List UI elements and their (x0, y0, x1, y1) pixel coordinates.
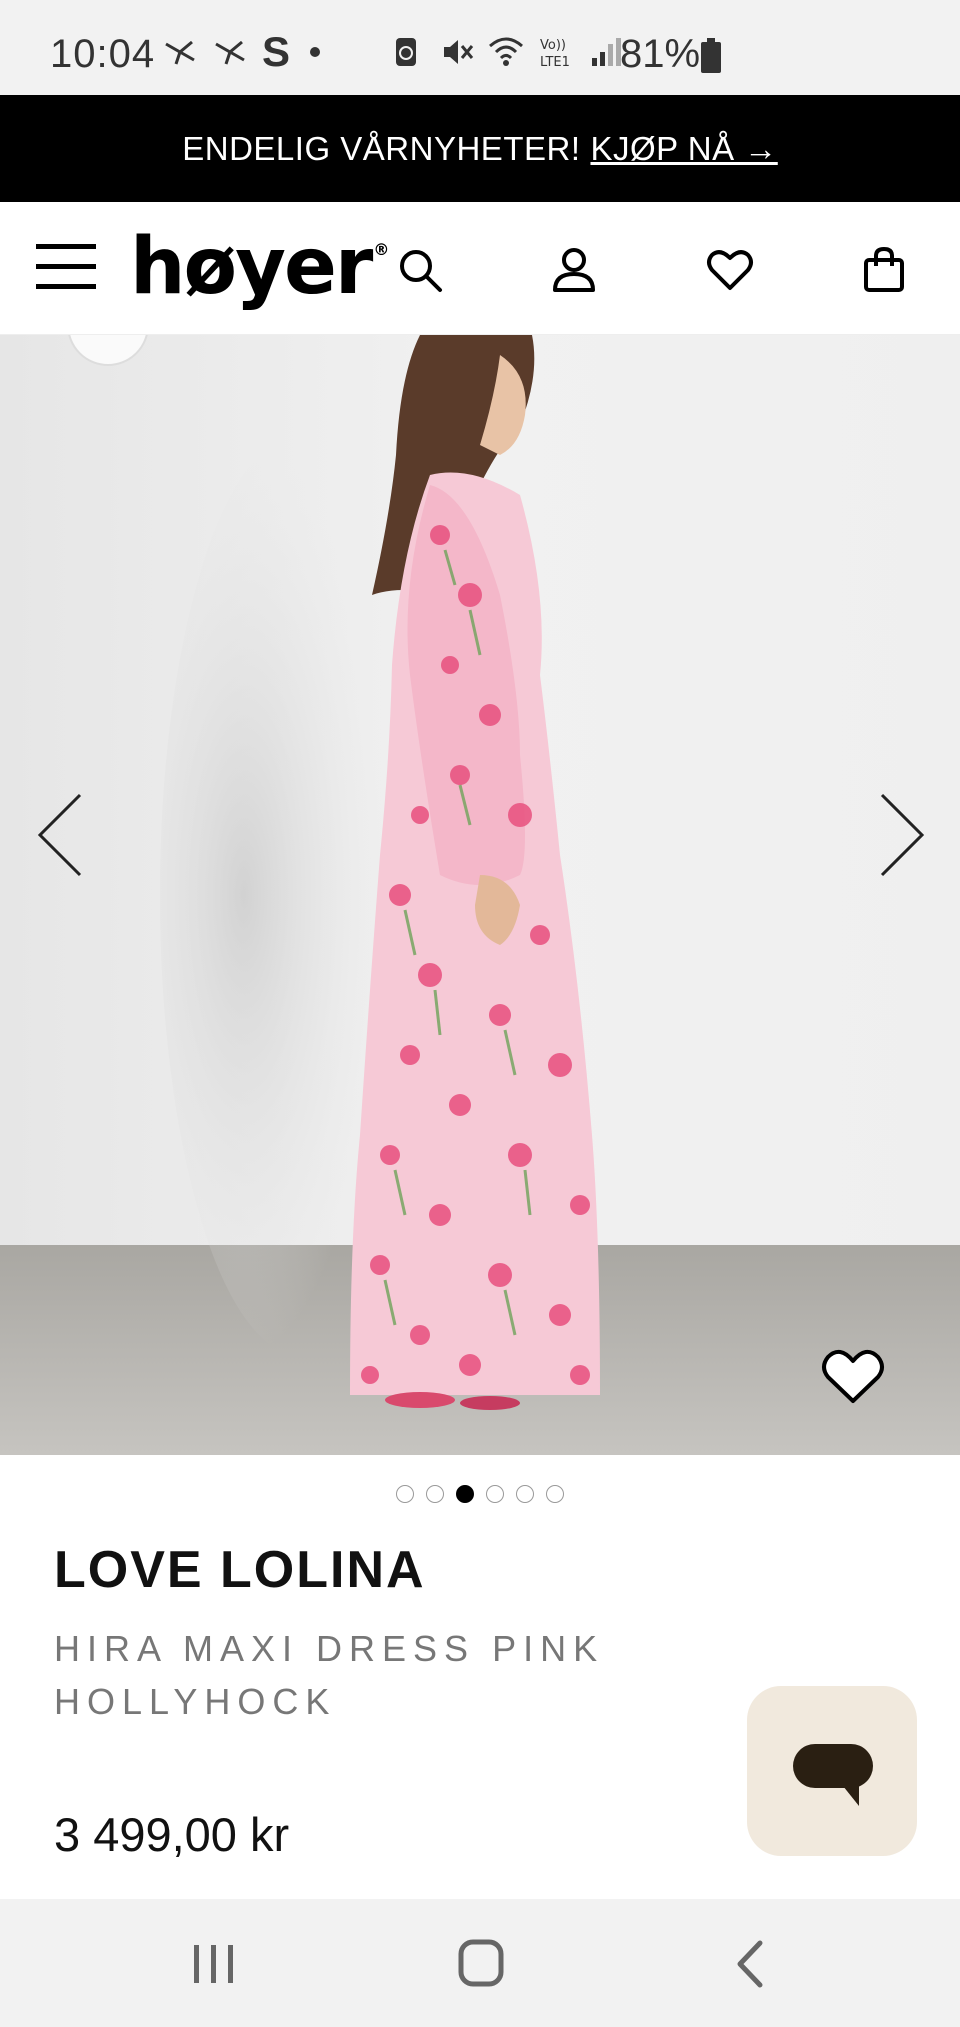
mute-icon (444, 40, 474, 64)
bird-icon (215, 40, 245, 65)
promo-text: ENDELIG VÅRNYHETER! (182, 129, 581, 167)
carousel-dot[interactable] (486, 1485, 504, 1503)
site-header: høyer ® (0, 202, 960, 335)
wifi-icon (489, 37, 523, 66)
product-price: 3 499,00 kr (54, 1808, 290, 1861)
recycle-icon (396, 38, 416, 66)
add-to-wishlist-heart-icon[interactable] (820, 1347, 886, 1405)
battery-percent: 81% (620, 32, 701, 76)
promo-banner: ENDELIG VÅRNYHETER! KJØP NÅ → (0, 95, 960, 202)
svg-text:LTE1: LTE1 (540, 55, 570, 70)
account-icon[interactable] (550, 246, 598, 294)
carousel-dot[interactable] (516, 1485, 534, 1503)
product-photo (0, 335, 960, 1455)
hoyer-logo[interactable]: høyer ® (130, 222, 389, 312)
status-icons-left: S (162, 28, 321, 75)
svg-text:Vo)): Vo)) (540, 38, 566, 53)
status-time: 10:04 (50, 32, 156, 76)
promo-shop-link[interactable]: KJØP NÅ → (590, 130, 777, 168)
home-icon[interactable] (452, 1939, 512, 1989)
status-icons-right: Vo)) LTE1 (388, 34, 624, 70)
signal-icon (592, 38, 621, 66)
chevron-left-icon[interactable] (36, 790, 86, 880)
menu-icon[interactable] (36, 242, 96, 292)
chat-button[interactable] (747, 1686, 917, 1856)
android-nav-bar (0, 1899, 960, 2027)
status-bar: 10:04 S Vo)) LTE1 81% (0, 0, 960, 95)
s-app-icon: S (262, 28, 291, 75)
carousel-dot[interactable] (396, 1485, 414, 1503)
product-title: HIRA MAXI DRESS PINK HOLLYHOCK (54, 1628, 605, 1722)
carousel-dots (0, 1485, 960, 1509)
cart-bag-icon[interactable] (860, 246, 908, 294)
dot-icon (310, 47, 321, 57)
chat-bubble-icon (793, 1744, 873, 1806)
chevron-right-icon[interactable] (876, 790, 926, 880)
search-icon[interactable] (396, 246, 444, 294)
volte-icon: Vo)) LTE1 (540, 38, 570, 70)
wishlist-heart-icon[interactable] (706, 246, 754, 294)
carousel-dot[interactable] (546, 1485, 564, 1503)
product-image[interactable] (0, 335, 960, 1455)
carousel-dot-active[interactable] (456, 1485, 474, 1503)
bird-icon (165, 40, 195, 65)
recent-apps-icon[interactable] (184, 1939, 244, 1989)
carousel-dot[interactable] (426, 1485, 444, 1503)
product-brand[interactable]: LOVE LOLINA (54, 1540, 426, 1600)
battery-icon (701, 38, 721, 73)
back-icon[interactable] (722, 1939, 782, 1989)
